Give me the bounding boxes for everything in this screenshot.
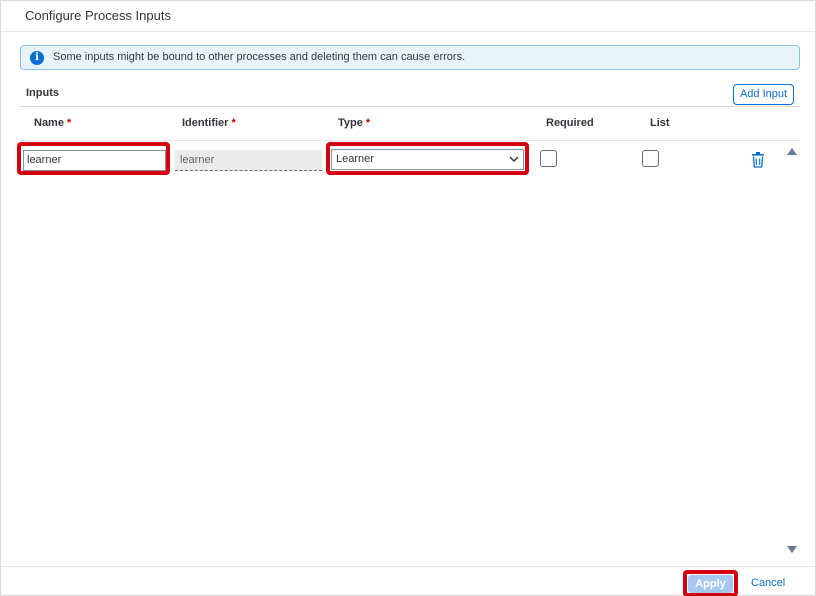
identifier-field: learner: [175, 150, 322, 171]
cancel-button[interactable]: Cancel: [751, 577, 785, 589]
type-select[interactable]: Learner: [331, 149, 524, 170]
info-message-strip: i Some inputs might be bound to other pr…: [20, 45, 800, 70]
configure-process-inputs-dialog: Configure Process Inputs i Some inputs m…: [0, 0, 816, 596]
dialog-title: Configure Process Inputs: [25, 8, 171, 23]
info-icon: i: [30, 51, 44, 65]
chevron-down-icon: [509, 156, 519, 162]
trash-icon[interactable]: [751, 152, 765, 168]
column-header-required: Required: [546, 117, 594, 129]
name-input[interactable]: learner: [23, 150, 166, 171]
scroll-up-arrow-icon[interactable]: [787, 148, 797, 155]
inputs-section-label: Inputs: [26, 87, 59, 99]
column-header-list: List: [650, 117, 670, 129]
info-message-text: Some inputs might be bound to other proc…: [53, 51, 466, 63]
apply-button[interactable]: Apply: [688, 575, 733, 593]
list-checkbox[interactable]: [642, 150, 659, 167]
add-input-button[interactable]: Add Input: [733, 84, 794, 105]
scroll-down-arrow-icon[interactable]: [787, 546, 797, 553]
column-header-name: Name *: [34, 117, 72, 129]
table-row: learner learner Learner: [20, 142, 800, 178]
type-select-value: Learner: [336, 153, 374, 165]
table-header: Name * Identifier * Type * Required List: [20, 106, 800, 141]
column-header-identifier: Identifier *: [182, 117, 236, 129]
inputs-table: Name * Identifier * Type * Required List le…: [20, 106, 800, 536]
dialog-header: Configure Process Inputs: [1, 1, 815, 32]
column-header-type: Type *: [338, 117, 371, 129]
dialog-footer: Apply Cancel: [1, 566, 815, 596]
required-checkbox[interactable]: [540, 150, 557, 167]
